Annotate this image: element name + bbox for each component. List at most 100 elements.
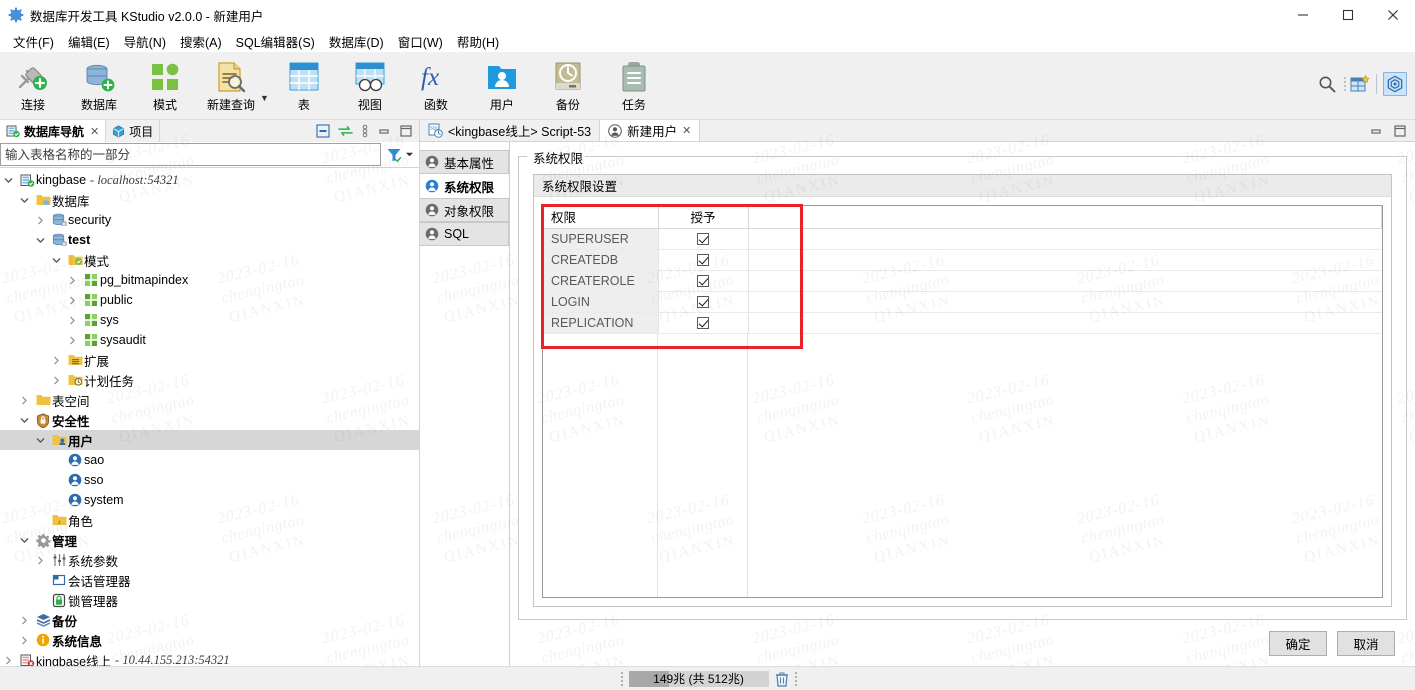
tree-item-[interactable]: 数据库 (0, 190, 419, 210)
search-input[interactable] (0, 143, 381, 166)
tree-item-[interactable]: 计划任务 (0, 370, 419, 390)
menu-edit[interactable]: 编辑(E) (61, 30, 117, 53)
tree-item-public[interactable]: public (0, 290, 419, 310)
toolbar-view-button[interactable]: 视图 (337, 56, 403, 118)
chevron-down-icon[interactable] (20, 536, 34, 545)
search-icon[interactable] (1318, 75, 1336, 93)
chevron-right-icon[interactable] (20, 616, 34, 625)
cell-granted[interactable] (658, 228, 749, 250)
tree-item-[interactable]: 备份 (0, 610, 419, 630)
chevron-down-icon[interactable] (20, 416, 34, 425)
chevron-down-icon[interactable] (52, 256, 66, 265)
column-header-granted[interactable]: 授予 (658, 206, 749, 229)
tree-item-[interactable]: 模式 (0, 250, 419, 270)
tree-item-sysaudit[interactable]: sysaudit (0, 330, 419, 350)
tree-item-system[interactable]: system (0, 490, 419, 510)
menu-help[interactable]: 帮助(H) (450, 30, 506, 53)
maximize-editor-icon[interactable] (1393, 124, 1407, 138)
menu-navigate[interactable]: 导航(N) (117, 30, 173, 53)
tree-item-[interactable]: 安全性 (0, 410, 419, 430)
menu-search[interactable]: 搜索(A) (173, 30, 229, 53)
menu-file[interactable]: 文件(F) (6, 30, 61, 53)
granted-checkbox[interactable] (697, 233, 709, 246)
chevron-down-icon[interactable] (4, 176, 18, 185)
tree-item-[interactable]: 会话管理器 (0, 570, 419, 590)
chevron-down-icon[interactable] (36, 236, 50, 245)
toolbar-connect-button[interactable]: 连接 (0, 56, 66, 118)
maximize-panel-icon[interactable] (399, 124, 413, 138)
menu-sql-editor[interactable]: SQL编辑器(S) (229, 30, 322, 53)
filter-icon[interactable] (386, 147, 402, 163)
perspective-active-icon[interactable] (1383, 72, 1407, 96)
granted-checkbox[interactable] (697, 296, 709, 309)
tree-item-[interactable]: 系统信息 (0, 630, 419, 650)
tree-item-[interactable]: ♪ 角色 (0, 510, 419, 530)
property-tab--[interactable]: 基本属性 (420, 150, 509, 174)
toolbar-backup-button[interactable]: 备份 (535, 56, 601, 118)
cell-granted[interactable] (658, 291, 749, 313)
column-header-privilege[interactable]: 权限 (543, 206, 659, 229)
table-row[interactable]: LOGIN (543, 291, 1382, 313)
minimize-button[interactable] (1280, 0, 1325, 30)
close-button[interactable] (1370, 0, 1415, 30)
tab-sql-script[interactable]: SQL <kingbase线上> Script-53 (420, 120, 601, 141)
tree-item-[interactable]: 管理 (0, 530, 419, 550)
menu-window[interactable]: 窗口(W) (391, 30, 450, 53)
chevron-down-icon[interactable] (20, 196, 34, 205)
new-table-perspective-icon[interactable] (1350, 74, 1370, 94)
chevron-right-icon[interactable] (20, 396, 34, 405)
toolbar-schema-button[interactable]: 模式 (132, 56, 198, 118)
granted-checkbox[interactable] (697, 275, 709, 288)
granted-checkbox[interactable] (697, 317, 709, 330)
close-icon[interactable]: ✕ (90, 125, 99, 138)
property-tab-sql[interactable]: SQL (420, 222, 509, 246)
tree-item-pg-bitmapindex[interactable]: pg_bitmapindex (0, 270, 419, 290)
menu-database[interactable]: 数据库(D) (322, 30, 391, 53)
property-tab-list[interactable]: 基本属性 系统权限 对象权限 SQL (420, 142, 510, 666)
chevron-right-icon[interactable] (36, 556, 50, 565)
close-icon[interactable]: ✕ (682, 124, 691, 137)
ok-button[interactable]: 确定 (1269, 630, 1327, 656)
tree-item-sao[interactable]: sao (0, 450, 419, 470)
cell-granted[interactable] (658, 270, 749, 292)
property-tab--[interactable]: 对象权限 (420, 198, 509, 222)
toolbar-function-button[interactable]: fx 函数 (403, 56, 469, 118)
tree-item-kingbase[interactable]: kingbase线上 - 10.44.155.213:54321 (0, 650, 419, 666)
toolbar-user-button[interactable]: 用户 (469, 56, 535, 118)
chevron-down-icon[interactable] (36, 436, 50, 445)
maximize-button[interactable] (1325, 0, 1370, 30)
heap-status[interactable]: 149兆 (共 512兆) (620, 670, 797, 687)
toolbar-task-button[interactable]: 任务 (601, 56, 667, 118)
database-tree[interactable]: kingbase - localhost:54321 数据库 security test… (0, 168, 419, 666)
cell-granted[interactable] (658, 312, 749, 334)
tree-item-[interactable]: 用户 (0, 430, 419, 450)
table-row[interactable]: REPLICATION (543, 312, 1382, 334)
granted-checkbox[interactable] (697, 254, 709, 267)
table-row[interactable]: CREATEROLE (543, 270, 1382, 292)
collapse-all-icon[interactable] (316, 124, 330, 138)
tree-item-[interactable]: 扩展 (0, 350, 419, 370)
chevron-right-icon[interactable] (20, 636, 34, 645)
minimize-editor-icon[interactable] (1369, 124, 1383, 138)
new-query-dropdown-caret[interactable]: ▼ (260, 73, 269, 103)
table-row[interactable]: CREATEDB (543, 249, 1382, 271)
tab-new-user[interactable]: 新建用户 ✕ (600, 120, 701, 141)
toolbar-overflow-handle[interactable] (1344, 77, 1346, 91)
property-tab--[interactable]: 系统权限 (420, 174, 509, 198)
tree-item-test[interactable]: test (0, 230, 419, 250)
tree-item-[interactable]: 表空间 (0, 390, 419, 410)
chevron-right-icon[interactable] (68, 296, 82, 305)
tab-database-navigator[interactable]: 数据库导航 ✕ (0, 120, 107, 142)
chevron-right-icon[interactable] (36, 216, 50, 225)
chevron-right-icon[interactable] (68, 336, 82, 345)
chevron-right-icon[interactable] (68, 316, 82, 325)
tree-item-[interactable]: 锁管理器 (0, 590, 419, 610)
chevron-right-icon[interactable] (4, 656, 18, 665)
toolbar-table-button[interactable]: 表 (271, 56, 337, 118)
chevron-right-icon[interactable] (52, 356, 66, 365)
toolbar-database-button[interactable]: 数据库 (66, 56, 132, 118)
view-menu-icon[interactable] (361, 124, 369, 138)
table-row[interactable]: SUPERUSER (543, 228, 1382, 250)
tree-item-[interactable]: 系统参数 (0, 550, 419, 570)
toolbar-new-query-button[interactable]: 新建查询 (198, 56, 264, 118)
